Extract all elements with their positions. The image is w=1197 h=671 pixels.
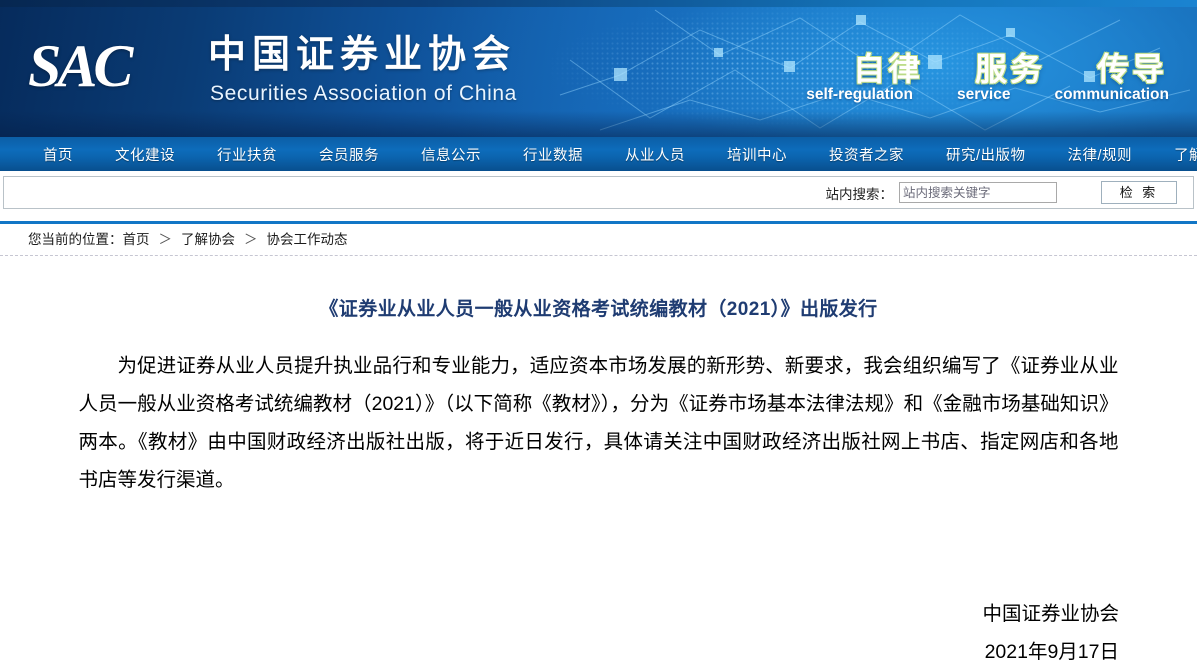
nav-item-research[interactable]: 研究/出版物 [925, 144, 1047, 165]
signature-organization: 中国证券业协会 [982, 603, 1119, 625]
search-label: 站内搜索： [825, 186, 894, 202]
signature-date: 2021年9月17日 [984, 641, 1119, 663]
slogan-group-en: self-regulation service communication [806, 86, 1169, 104]
nav-item-training[interactable]: 培训中心 [706, 144, 808, 165]
breadcrumb-item-home[interactable]: 首页 [123, 232, 150, 247]
search-input[interactable] [899, 182, 1057, 203]
slogan-en-1: self-regulation [806, 86, 913, 103]
main-navigation: 首页 文化建设 行业扶贫 会员服务 信息公示 行业数据 从业人员 培训中心 投资… [0, 137, 1197, 171]
nav-item-law[interactable]: 法律/规则 [1047, 144, 1154, 165]
site-search-bar: 站内搜索： 检 索 [3, 176, 1194, 209]
article-title: 《证券业从业人员一般从业资格考试统编教材（2021）》出版发行 [319, 299, 878, 320]
nav-item-culture[interactable]: 文化建设 [94, 144, 196, 165]
article-body: 为促进证券从业人员提升执业品行和专业能力，适应资本市场发展的新形势、新要求，我会… [78, 355, 1119, 491]
nav-item-home[interactable]: 首页 [22, 144, 94, 165]
nav-item-practitioner[interactable]: 从业人员 [604, 144, 706, 165]
slogan-cn-3: 传导 [1096, 51, 1167, 87]
slogan-group-cn: 自律 服务 传导 [853, 44, 1167, 90]
article-container: 《证券业从业人员一般从业资格考试统编教材（2021）》出版发行 为促进证券从业人… [0, 256, 1197, 671]
nav-item-investor[interactable]: 投资者之家 [808, 144, 925, 165]
slogan-cn-2: 服务 [974, 51, 1045, 87]
site-banner: SAC 中国证券业协会 Securities Association of Ch… [0, 0, 1197, 137]
breadcrumb-prefix: 您当前的位置： [28, 232, 123, 247]
breadcrumb-item-news[interactable]: 协会工作动态 [267, 232, 348, 247]
search-submit-button[interactable]: 检 索 [1101, 181, 1177, 204]
nav-item-industry-data[interactable]: 行业数据 [502, 144, 604, 165]
article-signature: 中国证券业协会 2021年9月17日 [0, 595, 1119, 671]
nav-item-poverty[interactable]: 行业扶贫 [196, 144, 298, 165]
slogan-en-2: service [957, 86, 1011, 103]
site-search-group: 站内搜索： 检 索 [825, 181, 1177, 204]
nav-item-about[interactable]: 了解协会 [1153, 144, 1197, 165]
banner-bottom-fade [0, 111, 1197, 137]
breadcrumb-separator-2: ＞ [244, 232, 258, 247]
breadcrumb: 您当前的位置：首页 ＞ 了解协会 ＞ 协会工作动态 [0, 224, 1197, 256]
sac-logo-mark[interactable]: SAC [28, 36, 133, 96]
nav-item-member[interactable]: 会员服务 [298, 144, 400, 165]
nav-item-disclosure[interactable]: 信息公示 [400, 144, 502, 165]
slogan-en-3: communication [1054, 86, 1169, 103]
slogan-cn-1: 自律 [852, 51, 923, 87]
organization-name-en: Securities Association of China [210, 82, 517, 105]
organization-name-cn: 中国证券业协会 [208, 34, 517, 76]
breadcrumb-separator-1: ＞ [158, 232, 173, 247]
breadcrumb-item-about[interactable]: 了解协会 [181, 232, 235, 247]
main-navigation-bar: 首页 文化建设 行业扶贫 会员服务 信息公示 行业数据 从业人员 培训中心 投资… [0, 137, 1197, 173]
